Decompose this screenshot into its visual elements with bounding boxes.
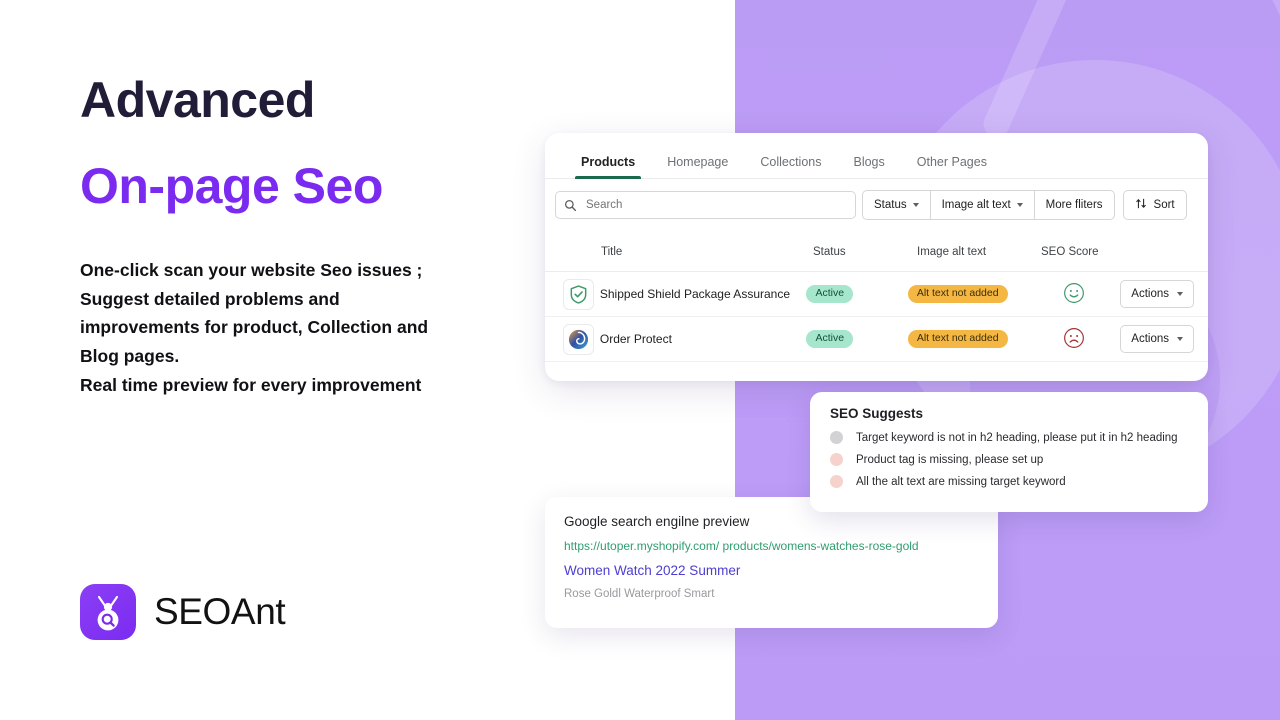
seo-suggestion-text: Product tag is missing, please set up	[856, 453, 1044, 466]
filter-status-button[interactable]: Status	[862, 190, 931, 220]
filter-toolbar: Status Image alt text More fliters	[545, 179, 1208, 220]
search-box[interactable]	[555, 191, 856, 219]
column-header-title: Title	[601, 246, 623, 258]
row-title: Shipped Shield Package Assurance	[599, 287, 791, 301]
row-actions-cell: Actions	[1120, 325, 1208, 353]
google-search-preview-card: Google search engilne preview https://ut…	[545, 497, 998, 628]
google-preview-url[interactable]: https://utoper.myshopify.com/ products/w…	[564, 539, 978, 553]
status-badge: Active	[806, 329, 854, 349]
chevron-down-icon	[1177, 337, 1183, 341]
happy-face-icon	[1063, 282, 1085, 307]
sort-label: Sort	[1153, 199, 1175, 211]
hero-subcopy: One-click scan your website Seo issues ;…	[80, 256, 510, 400]
chevron-down-icon	[1016, 203, 1023, 207]
tab-collections[interactable]: Collections	[744, 155, 837, 178]
actions-button[interactable]: Actions	[1120, 280, 1194, 308]
subcopy-line: Real time preview for every improvement	[80, 374, 422, 395]
chevron-down-icon	[912, 203, 919, 207]
more-filters-button[interactable]: More fliters	[1034, 190, 1115, 220]
seo-suggestion-item: Target keyword is not in h2 heading, ple…	[830, 431, 1190, 444]
subcopy-line: Suggest detailed problems and	[80, 288, 340, 309]
row-title: Order Protect	[599, 332, 672, 346]
ant-antenna-right-decoration	[1246, 0, 1280, 136]
brand-logo: SEOAnt	[80, 584, 286, 640]
row-actions-cell: Actions	[1120, 280, 1208, 308]
row-thumbnail-cell	[545, 323, 600, 355]
actions-label: Actions	[1131, 288, 1169, 300]
subcopy-line: improvements for product, Collection and	[80, 317, 429, 338]
sort-button[interactable]: Sort	[1122, 190, 1187, 220]
poster-canvas: Advanced On-page Seo One-click scan your…	[0, 0, 1280, 720]
alt-text-badge: Alt text not added	[907, 329, 1008, 349]
table-row[interactable]: Shipped Shield Package Assurance Active …	[545, 272, 1208, 317]
filter-image-alt-text-label: Image alt text	[941, 199, 1011, 211]
row-thumbnail-cell	[545, 278, 600, 310]
headline-line-2: On-page Seo	[80, 158, 383, 214]
google-preview-heading: Google search engilne preview	[564, 514, 750, 529]
seo-suggestion-text: All the alt text are missing target keyw…	[856, 475, 1066, 488]
seoant-ant-icon	[80, 584, 136, 640]
google-preview-page-title[interactable]: Women Watch 2022 Summer	[564, 563, 978, 578]
row-status-cell: Active	[806, 284, 907, 304]
column-header-alt-text: Image alt text	[917, 246, 987, 258]
column-header-status: Status	[813, 246, 846, 258]
brand-name: SEOAnt	[154, 591, 286, 632]
actions-button[interactable]: Actions	[1120, 325, 1194, 353]
row-alt-text-cell: Alt text not added	[907, 284, 1029, 304]
table-row[interactable]: Order Protect Active Alt text not added	[545, 317, 1208, 362]
tab-homepage[interactable]: Homepage	[651, 155, 744, 178]
subcopy-line: Blog pages.	[80, 346, 180, 367]
sort-icon	[1135, 197, 1148, 213]
tab-other-pages[interactable]: Other Pages	[901, 155, 1003, 178]
seo-suggests-title: SEO Suggests	[830, 406, 924, 421]
tab-bar: Products Homepage Collections Blogs Othe…	[545, 133, 1208, 179]
seo-suggestion-text: Target keyword is not in h2 heading, ple…	[856, 431, 1178, 444]
seo-suggestion-item: Product tag is missing, please set up	[830, 453, 1190, 466]
subcopy-line: One-click scan your website Seo issues ;	[80, 260, 423, 280]
filter-status-label: Status	[874, 199, 907, 211]
sad-face-icon	[1063, 327, 1085, 352]
blue-swirl-icon	[562, 323, 594, 355]
status-dot-icon	[830, 453, 843, 466]
status-dot-icon	[830, 475, 843, 488]
status-badge: Active	[806, 284, 854, 304]
green-shield-check-icon	[562, 278, 594, 310]
more-filters-label: More fliters	[1045, 199, 1103, 211]
status-dot-icon	[830, 431, 843, 444]
filter-button-group: Status Image alt text More fliters	[862, 190, 1115, 220]
headline-line-1: Advanced	[80, 72, 315, 128]
products-app-card: Products Homepage Collections Blogs Othe…	[545, 133, 1208, 381]
row-seo-score-cell	[1029, 282, 1121, 307]
seo-suggestion-item: All the alt text are missing target keyw…	[830, 475, 1190, 488]
tab-blogs[interactable]: Blogs	[837, 155, 900, 178]
table-header-row: Title Status Image alt text SEO Score	[545, 233, 1208, 272]
search-icon	[564, 199, 577, 212]
google-preview-description: Rose Goldl Waterproof Smart	[564, 588, 715, 600]
column-header-seo-score: SEO Score	[1041, 246, 1099, 258]
row-status-cell: Active	[806, 329, 907, 349]
search-input[interactable]	[584, 198, 847, 212]
seo-suggests-card: SEO Suggests Target keyword is not in h2…	[810, 392, 1208, 512]
tab-products[interactable]: Products	[565, 155, 651, 179]
row-alt-text-cell: Alt text not added	[907, 329, 1029, 349]
filter-image-alt-text-button[interactable]: Image alt text	[930, 190, 1035, 220]
chevron-down-icon	[1177, 292, 1183, 296]
actions-label: Actions	[1131, 333, 1169, 345]
alt-text-badge: Alt text not added	[907, 284, 1008, 304]
row-seo-score-cell	[1029, 327, 1121, 352]
